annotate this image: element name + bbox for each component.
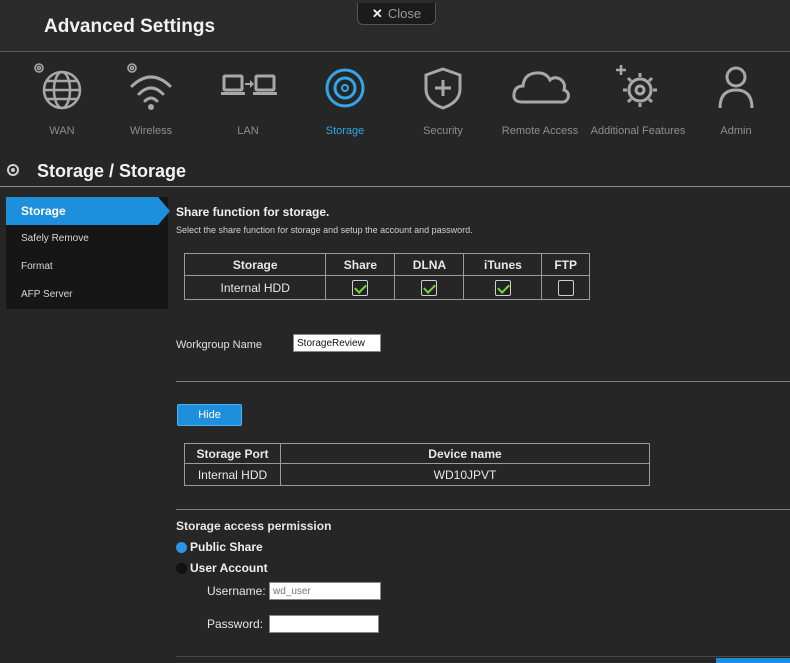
column-header: Share [325,253,396,276]
password-input[interactable] [269,615,379,633]
table-header-row: Storage Share DLNA iTunes FTP [183,253,590,276]
top-nav: WAN Wireless LAN Storage Security Remote… [0,52,790,148]
workgroup-input[interactable] [293,334,381,352]
column-header: Storage Port [184,443,281,464]
ftp-checkbox[interactable] [557,279,574,296]
table-row: Internal HDD [183,275,590,300]
user-icon [718,66,754,109]
header-bar: Advanced Settings ✕ Close [0,0,790,52]
hide-button[interactable]: Hide [177,404,242,426]
public-share-radio[interactable] [176,541,187,553]
main-content: Share function for storage. Select the s… [176,197,790,657]
window-title: Advanced Settings [44,16,216,37]
permission-heading: Storage access permission [176,519,332,533]
globe-gear-icon [34,63,82,110]
share-cell [325,275,396,300]
column-header: DLNA [394,253,465,276]
close-button[interactable]: ✕ Close [357,3,436,25]
nav-label-remote-access: Remote Access [501,125,579,137]
nav-label-additional-features: Additional Features [590,125,686,137]
shield-plus-icon [424,67,462,110]
close-label: Close [387,6,422,21]
port-cell: Internal HDD [184,463,281,486]
sidebar-item-safely-remove[interactable]: Safely Remove [6,225,168,253]
workgroup-label: Workgroup Name [176,339,262,351]
divider [176,381,790,382]
advanced-settings-window: Advanced Settings ✕ Close WAN Wireless L… [0,0,790,663]
nav-item-storage[interactable]: Storage [297,52,393,148]
dlna-cell [394,275,465,300]
share-description: Select the share function for storage an… [176,225,473,235]
nav-item-additional-features[interactable]: Additional Features [590,52,686,148]
divider [176,509,790,510]
lan-computers-icon [221,74,277,95]
sidebar-item-format[interactable]: Format [6,253,168,281]
column-header: Device name [280,443,650,464]
wifi-gear-icon [127,63,172,110]
share-heading: Share function for storage. [176,205,330,219]
sidebar-item-storage[interactable]: Storage [6,197,170,225]
password-label: Password: [207,617,264,631]
itunes-checkbox[interactable] [494,279,511,296]
gear-plus-icon [616,65,657,107]
itunes-cell [463,275,543,300]
ftp-cell [541,275,590,300]
nav-label-storage: Storage [325,125,365,137]
nav-item-security[interactable]: Security [395,52,491,148]
share-table: Storage Share DLNA iTunes FTP Internal H… [183,253,590,300]
table-row: Internal HDD WD10JPVT [184,463,650,486]
dlna-checkbox[interactable] [421,279,438,296]
device-name-cell: WD10JPVT [280,463,650,486]
section-bullet-icon [7,164,19,176]
nav-label-security: Security [423,125,463,137]
storage-port-table: Storage Port Device name Internal HDD WD… [184,443,650,486]
close-icon: ✕ [371,5,383,21]
save-button-edge[interactable] [716,658,790,663]
nav-item-wireless[interactable]: Wireless [103,52,199,148]
nav-label-wireless: Wireless [129,125,173,137]
nav-item-admin[interactable]: Admin [688,52,784,148]
page-title-bar: Storage / Storage [0,155,790,187]
user-account-option[interactable]: User Account [176,560,268,576]
nav-item-remote-access[interactable]: Remote Access [492,52,588,148]
username-input[interactable] [269,582,381,600]
nav-label-lan: LAN [237,125,259,137]
table-header-row: Storage Port Device name [184,443,650,464]
nav-label-admin: Admin [720,125,752,137]
cloud-icon [512,71,570,104]
public-share-label: Public Share [190,540,263,554]
share-checkbox[interactable] [352,279,369,296]
nav-label-wan: WAN [49,125,75,137]
sidebar: Storage Safely Remove Format AFP Server [6,197,170,309]
public-share-option[interactable]: Public Share [176,539,263,555]
user-account-label: User Account [190,561,268,575]
storage-cell: Internal HDD [183,275,327,300]
divider [176,656,790,657]
username-label: Username: [207,584,266,598]
disc-icon [325,68,365,108]
user-account-radio[interactable] [176,562,187,574]
sidebar-item-afp-server[interactable]: AFP Server [6,281,168,309]
column-header: FTP [541,253,590,276]
column-header: Storage [183,253,327,276]
nav-item-lan[interactable]: LAN [200,52,296,148]
column-header: iTunes [463,253,543,276]
page-title: Storage / Storage [37,161,187,181]
nav-item-wan[interactable]: WAN [14,52,110,148]
